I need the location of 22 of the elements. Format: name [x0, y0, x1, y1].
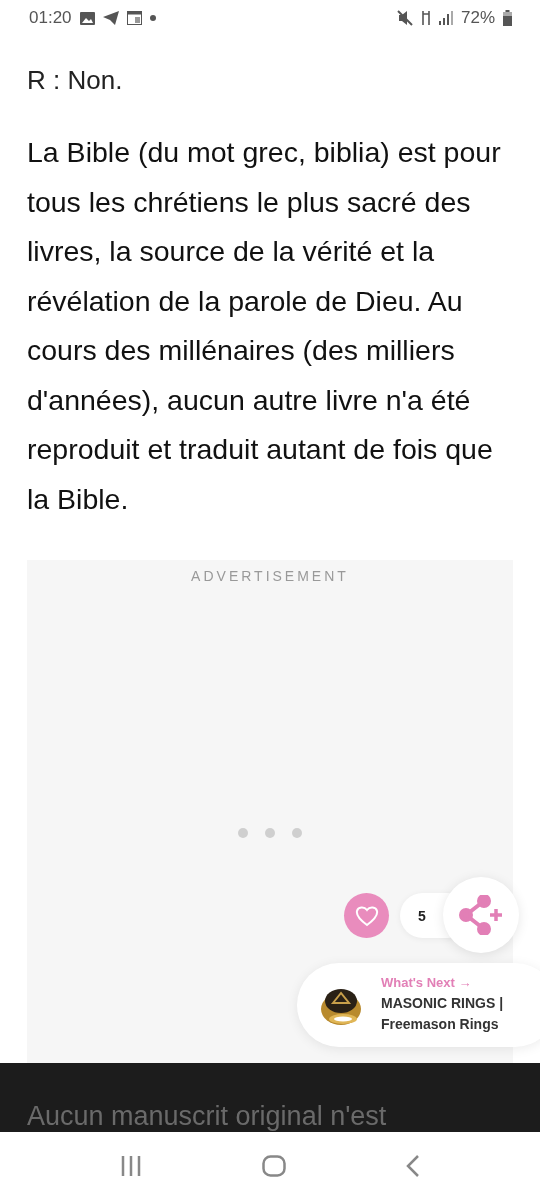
recent-apps-icon[interactable]: [120, 1156, 142, 1176]
paper-plane-icon: [102, 11, 119, 25]
mute-icon: [396, 10, 413, 26]
answer-text: R : Non.: [27, 64, 124, 97]
whats-next-label: What's Next →: [381, 975, 473, 990]
loading-dots-icon: [238, 828, 302, 838]
battery-icon: [503, 10, 512, 26]
image-icon: [79, 11, 95, 25]
battery-percent: 72%: [460, 8, 495, 28]
article-paragraph: La Bible (du mot grec, biblia) est pour tous les chrétiens le plus sacré des livres, la source de la vérité et la révélation de la parole de Dieu. Au cours des millénaires (des milliers d'années), aucun autre livre n'a été reproduit et traduit autant de fois que la Bible.: [27, 135, 502, 517]
dot-icon: [149, 15, 156, 21]
heart-icon: [354, 904, 379, 927]
home-icon[interactable]: [262, 1155, 286, 1177]
signal-icon: [438, 11, 453, 25]
share-icon: [458, 895, 504, 935]
clock: 01:20: [29, 8, 72, 28]
whats-next-title: MASONIC RINGS | Freemason Rings: [381, 994, 505, 1034]
ad-label: ADVERTISEMENT: [191, 568, 349, 584]
whats-next-card[interactable]: What's Next → MASONIC RINGS | Freemason Rings: [297, 963, 540, 1047]
calendar-icon: [126, 11, 142, 25]
overlay-text: Aucun manuscrit original n'est: [27, 1101, 387, 1132]
back-icon[interactable]: [406, 1155, 420, 1177]
